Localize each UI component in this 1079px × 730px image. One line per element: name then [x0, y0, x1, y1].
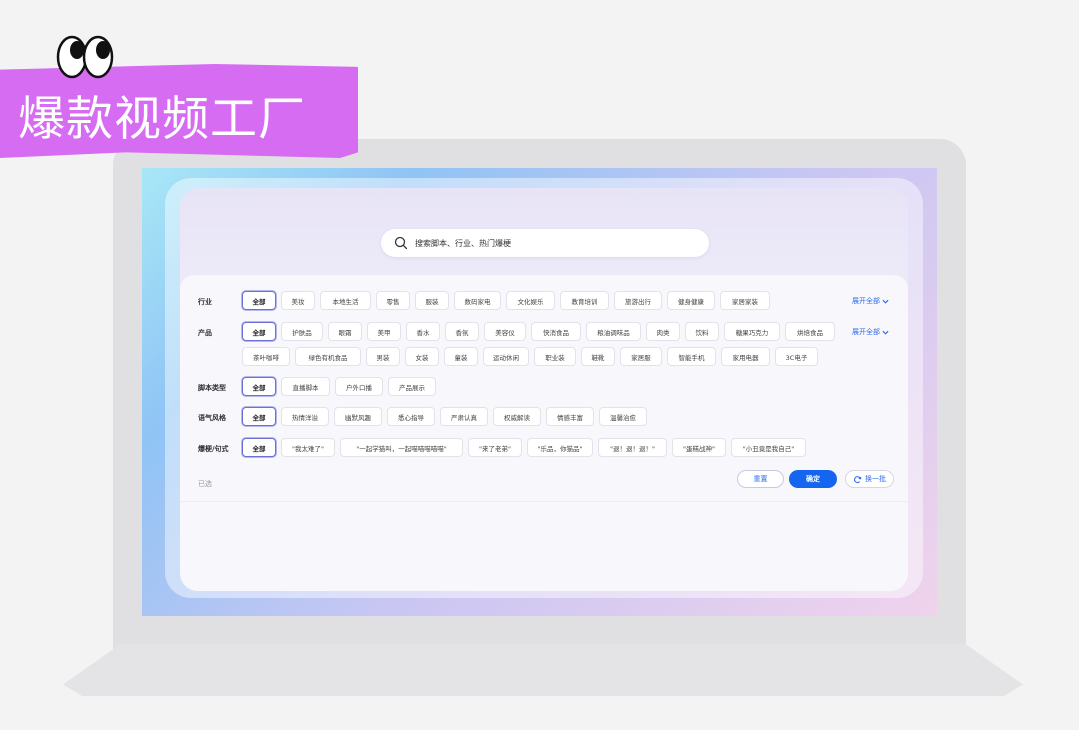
search-input[interactable]: 搜索脚本、行业、热门爆梗 [415, 238, 511, 249]
row-label-tone: 语气风格 [198, 414, 226, 422]
chip-product[interactable]: 家居服 [620, 347, 662, 366]
chevron-down-icon [882, 299, 889, 304]
swap-batch-label: 换一批 [865, 475, 886, 483]
chip-product[interactable]: 女装 [405, 347, 439, 366]
refresh-icon [854, 475, 862, 483]
chip-tone[interactable]: 热情洋溢 [281, 407, 329, 426]
chip-product-all[interactable]: 全部 [242, 322, 276, 341]
search-icon [394, 236, 408, 250]
chip-product[interactable]: 眼霜 [328, 322, 362, 341]
swap-batch-button[interactable]: 换一批 [845, 470, 894, 488]
chip-script-type[interactable]: 产品展示 [388, 377, 436, 396]
chip-meme-all[interactable]: 全部 [242, 438, 276, 457]
chip-meme[interactable]: "我太难了" [281, 438, 335, 457]
app-frame: 搜索脚本、行业、热门爆梗 行业 全部 美妆 本地生活 零售 服装 数码家电 文化… [165, 178, 923, 598]
row-label-product: 产品 [198, 329, 212, 337]
divider [180, 501, 908, 502]
chip-product[interactable]: 肉类 [646, 322, 680, 341]
chip-tone[interactable]: 情感丰富 [546, 407, 594, 426]
chip-script-type[interactable]: 户外口播 [335, 377, 383, 396]
chip-product[interactable]: 美容仪 [484, 322, 526, 341]
expand-product-button[interactable]: 展开全部 [852, 327, 889, 337]
chip-tone[interactable]: 悉心指导 [387, 407, 435, 426]
confirm-button[interactable]: 确定 [789, 470, 837, 488]
app-panel: 搜索脚本、行业、热门爆梗 行业 全部 美妆 本地生活 零售 服装 数码家电 文化… [180, 188, 908, 591]
chip-industry[interactable]: 教育培训 [560, 291, 609, 310]
chip-product[interactable]: 糖果巧克力 [724, 322, 780, 341]
banner-title: 爆款视频工厂 [18, 92, 306, 147]
chevron-down-icon [882, 330, 889, 335]
chip-industry[interactable]: 本地生活 [320, 291, 371, 310]
chip-product[interactable]: 运动休闲 [483, 347, 529, 366]
selected-label: 已选 [198, 480, 212, 488]
chip-industry[interactable]: 文化娱乐 [506, 291, 555, 310]
chip-product[interactable]: 职业装 [534, 347, 576, 366]
chip-product[interactable]: 智能手机 [667, 347, 716, 366]
chip-tone[interactable]: 权威解读 [493, 407, 541, 426]
row-label-script-type: 脚本类型 [198, 384, 226, 392]
chip-tone[interactable]: 严肃认真 [440, 407, 488, 426]
reset-button[interactable]: 重置 [737, 470, 784, 488]
chip-industry[interactable]: 数码家电 [454, 291, 501, 310]
chip-tone-all[interactable]: 全部 [242, 407, 276, 426]
chip-product[interactable]: 童装 [444, 347, 478, 366]
expand-industry-label: 展开全部 [852, 297, 880, 305]
chip-meme[interactable]: "蛋糕战神" [672, 438, 726, 457]
chip-product[interactable]: 烘焙食品 [785, 322, 835, 341]
chip-industry[interactable]: 零售 [376, 291, 410, 310]
row-label-meme: 爆梗/句式 [198, 445, 229, 453]
laptop-base [63, 644, 1023, 696]
chip-industry[interactable]: 美妆 [281, 291, 315, 310]
chip-industry[interactable]: 家居家装 [720, 291, 770, 310]
chip-tone[interactable]: 温馨治愈 [599, 407, 647, 426]
cartoon-eyes-icon [56, 35, 114, 79]
row-label-industry: 行业 [198, 298, 212, 306]
chip-product[interactable]: 快消食品 [531, 322, 581, 341]
chip-product[interactable]: 茶叶咖啡 [242, 347, 290, 366]
chip-industry[interactable]: 健身健康 [667, 291, 715, 310]
chip-product[interactable]: 香氛 [445, 322, 479, 341]
chip-tone[interactable]: 幽默风趣 [334, 407, 382, 426]
filter-card: 行业 全部 美妆 本地生活 零售 服装 数码家电 文化娱乐 教育培训 旅游出行 … [180, 275, 908, 591]
chip-product[interactable]: 3C电子 [775, 347, 818, 366]
chip-meme[interactable]: "退！退！退！" [598, 438, 667, 457]
expand-product-label: 展开全部 [852, 328, 880, 336]
chip-meme[interactable]: "来了老弟" [468, 438, 522, 457]
chip-industry[interactable]: 旅游出行 [614, 291, 662, 310]
chip-product[interactable]: 护肤品 [281, 322, 323, 341]
laptop-screen: 搜索脚本、行业、热门爆梗 行业 全部 美妆 本地生活 零售 服装 数码家电 文化… [142, 168, 937, 616]
chip-product[interactable]: 饮料 [685, 322, 719, 341]
chip-meme[interactable]: "一起学猫叫，一起喵喵喵喵喵" [340, 438, 463, 457]
chip-product[interactable]: 男装 [366, 347, 400, 366]
chip-product[interactable]: 家用电器 [721, 347, 770, 366]
chip-industry[interactable]: 服装 [415, 291, 449, 310]
chip-script-type-all[interactable]: 全部 [242, 377, 276, 396]
expand-industry-button[interactable]: 展开全部 [852, 296, 889, 306]
chip-product[interactable]: 绿色有机食品 [295, 347, 361, 366]
chip-product[interactable]: 粮油调味品 [586, 322, 641, 341]
search-bar[interactable]: 搜索脚本、行业、热门爆梗 [381, 229, 709, 257]
chip-product[interactable]: 香水 [406, 322, 440, 341]
chip-meme[interactable]: "小丑竟是我自己" [731, 438, 806, 457]
chip-script-type[interactable]: 直播脚本 [281, 377, 330, 396]
chip-product[interactable]: 鞋靴 [581, 347, 615, 366]
chip-industry-all[interactable]: 全部 [242, 291, 276, 310]
chip-meme[interactable]: "乐品，你猫品" [527, 438, 593, 457]
chip-product[interactable]: 美甲 [367, 322, 401, 341]
